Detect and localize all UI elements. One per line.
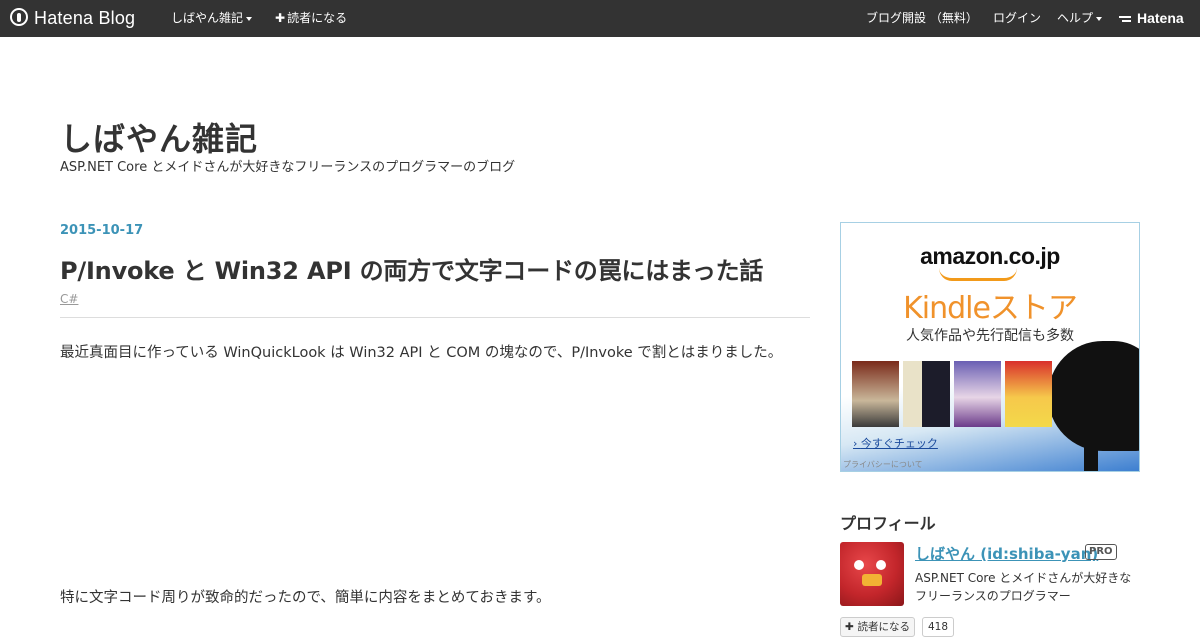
help-label: ヘルプ <box>1057 11 1094 25</box>
global-header: Hatena Blog しばやん雑記 ✚ 読者になる ブログ開設 （無料） ログイ… <box>0 0 1200 37</box>
entry-divider <box>60 317 810 318</box>
blog-menu-label: しばやん雑記 <box>171 11 244 25</box>
profile-name-link[interactable]: しばやん (id:shiba-yan) <box>915 543 1098 564</box>
hatena-blog-logo[interactable]: Hatena Blog <box>34 0 135 37</box>
subscriber-count: 418 <box>922 617 955 637</box>
avatar-beak <box>862 574 882 586</box>
book-cover-image <box>954 361 1001 427</box>
plus-icon: ✚ <box>275 11 286 25</box>
profile-description: ASP.NET Core とメイドさんが大好きなフリーランスのプログラマー <box>915 571 1132 603</box>
pro-badge: PRO <box>1085 544 1117 560</box>
kindle-store-title: Kindleストア <box>903 291 1078 326</box>
ad-cta-label: 今すぐチェック <box>860 437 938 450</box>
ad-cta-link[interactable]: › 今すぐチェック <box>853 435 938 451</box>
amazon-logo: amazon.co.jp <box>920 243 1060 269</box>
amazon-smile-icon <box>939 268 1017 281</box>
hatena-blog-logo-icon[interactable] <box>10 8 28 26</box>
entry-date[interactable]: 2015-10-17 <box>60 223 143 238</box>
tree-trunk <box>1084 423 1098 471</box>
subscribe-header-button[interactable]: ✚ 読者になる <box>275 0 347 37</box>
blog-menu-dropdown[interactable]: しばやん雑記 <box>171 0 253 37</box>
blog-description: ASP.NET Core とメイドさんが大好きなフリーランスのプログラマーのブロ… <box>60 160 516 175</box>
entry-paragraph: 特に文字コード周りが致命的だったので、簡単に内容をまとめておきます。 <box>60 590 551 606</box>
subscribe-label: 読者になる <box>857 621 910 633</box>
subscribe-button[interactable]: ✚ 読者になる <box>840 617 915 637</box>
chevron-down-icon <box>246 16 253 21</box>
profile-heading: プロフィール <box>840 514 936 533</box>
hatena-logo-icon <box>1119 15 1133 25</box>
subscribe-header-label: 読者になる <box>287 11 348 25</box>
chevron-right-icon: › <box>853 437 861 450</box>
book-cover-image <box>903 361 950 427</box>
avatar-eye <box>876 560 886 570</box>
help-dropdown[interactable]: ヘルプ <box>1057 0 1103 37</box>
book-cover-image <box>852 361 899 427</box>
plus-icon: ✚ <box>845 621 858 633</box>
kindle-ad-banner[interactable]: amazon.co.jp Kindleストア 人気作品や先行配信も多数 › 今す… <box>840 222 1140 472</box>
avatar[interactable] <box>840 542 904 606</box>
avatar-eye <box>854 560 864 570</box>
create-blog-link[interactable]: ブログ開設 （無料） <box>866 0 978 37</box>
ad-privacy-link[interactable]: プライバシーについて <box>843 459 923 470</box>
chevron-down-icon <box>1096 16 1103 21</box>
book-cover-image <box>1005 361 1052 427</box>
entry-paragraph: 最近真面目に作っている WinQuickLook は Win32 API と C… <box>60 345 783 361</box>
blog-title[interactable]: しばやん雑記 <box>60 114 258 160</box>
hatena-link[interactable]: Hatena <box>1119 0 1184 37</box>
hatena-label: Hatena <box>1137 10 1184 26</box>
entry-title[interactable]: P/Invoke と Win32 API の両方で文字コードの罠にはまった話 <box>60 251 763 286</box>
category-link[interactable]: C# <box>60 292 78 306</box>
login-link[interactable]: ログイン <box>993 0 1041 37</box>
